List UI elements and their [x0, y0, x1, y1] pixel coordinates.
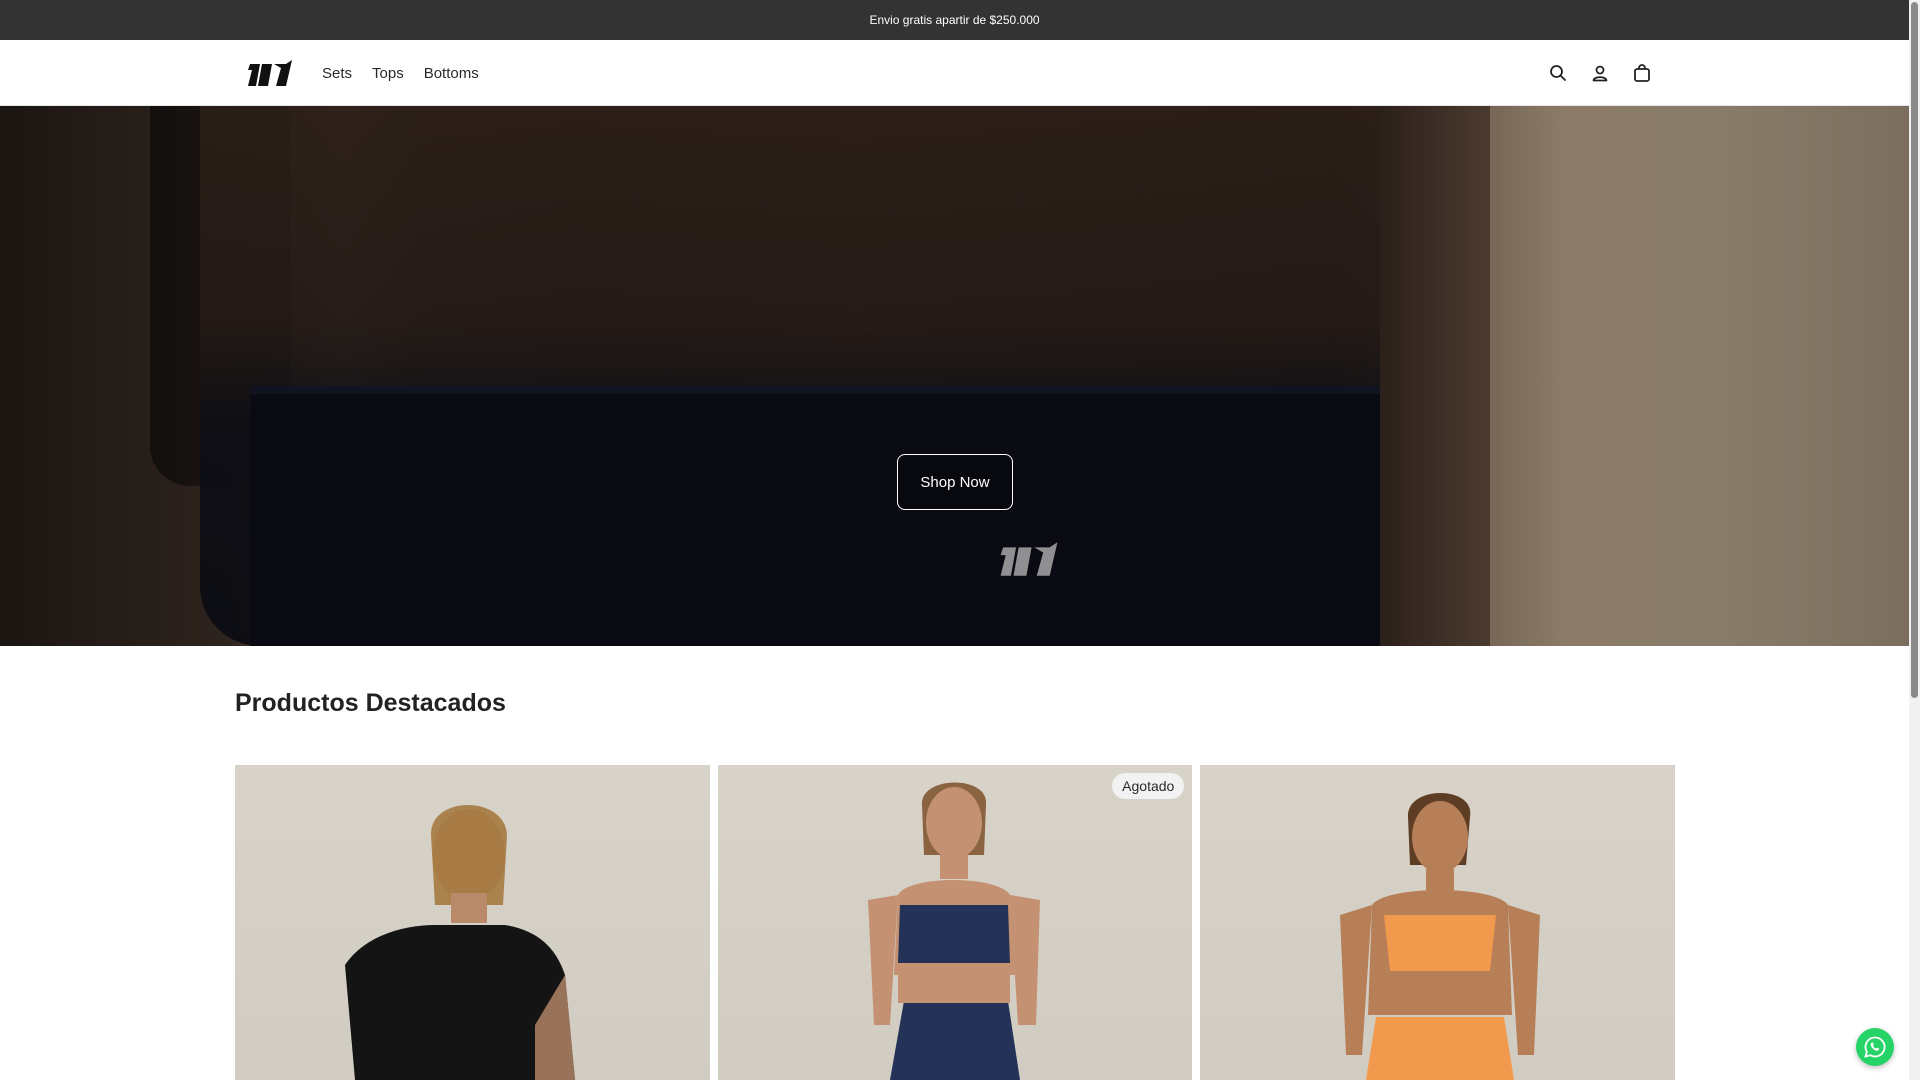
featured-products-title: Productos Destacados: [235, 689, 506, 717]
bag-icon[interactable]: [1632, 63, 1652, 83]
main-nav: Sets Tops Bottoms: [322, 40, 479, 106]
search-icon[interactable]: [1548, 63, 1568, 83]
nav-sets[interactable]: Sets: [322, 65, 352, 82]
hero-banner: Shop Now: [0, 106, 1909, 646]
nav-tops[interactable]: Tops: [372, 65, 404, 82]
shop-now-button[interactable]: Shop Now: [897, 454, 1013, 510]
product-image: [345, 805, 575, 1080]
sold-out-badge: Agotado: [1112, 773, 1185, 799]
site-header: Sets Tops Bottoms: [0, 40, 1909, 106]
announcement-text: Envio gratis apartir de $250.000: [869, 13, 1040, 27]
product-image: [867, 782, 1040, 1080]
brand-logo[interactable]: [246, 58, 294, 88]
scrollbar-thumb[interactable]: [1911, 2, 1918, 698]
product-card[interactable]: [235, 765, 710, 1080]
product-image: [1340, 793, 1541, 1080]
whatsapp-chat-button[interactable]: [1856, 1028, 1894, 1066]
hero-image-leggings: [250, 386, 1400, 646]
header-actions: [1548, 40, 1652, 106]
hero-image-arm-right: [1380, 106, 1490, 646]
announcement-bar: Envio gratis apartir de $250.000: [0, 0, 1909, 40]
nav-bottoms[interactable]: Bottoms: [424, 65, 479, 82]
product-card[interactable]: Agotado: [717, 765, 1193, 1080]
product-grid: Agotado: [235, 765, 1676, 1080]
page-scrollbar[interactable]: [1909, 0, 1920, 1080]
whatsapp-icon: [1864, 1036, 1886, 1058]
leggings-logo-mark: [1000, 542, 1058, 576]
product-card[interactable]: [1200, 765, 1676, 1080]
account-icon[interactable]: [1590, 63, 1610, 83]
